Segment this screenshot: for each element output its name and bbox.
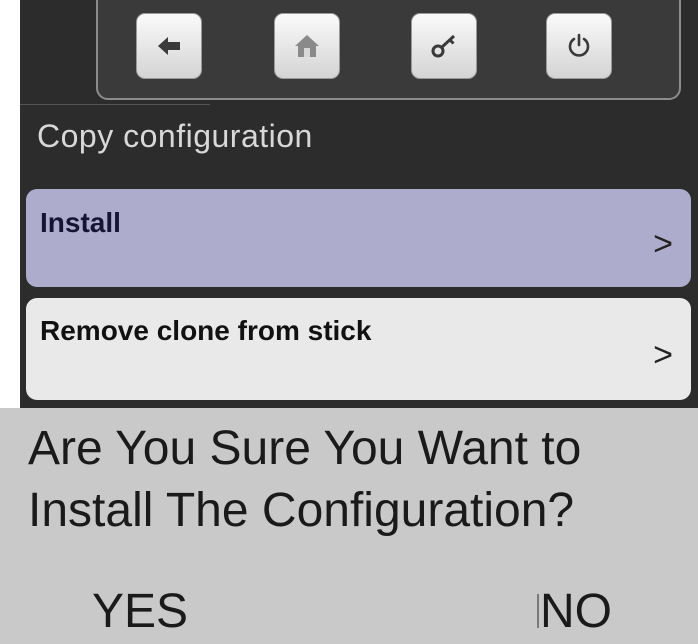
back-button[interactable] [136, 13, 202, 79]
arrow-left-icon [158, 37, 180, 55]
device-screen: Copy configuration Install > Remove clon… [20, 0, 698, 408]
no-button[interactable]: NO [540, 584, 612, 640]
power-icon [568, 33, 590, 57]
menu-item-label: Install [40, 207, 121, 238]
menu-item-install[interactable]: Install > [26, 189, 691, 287]
chevron-right-icon: > [653, 225, 673, 263]
question-line-1: Are You Sure You Want to [28, 422, 582, 475]
key-icon [431, 34, 456, 58]
menu-item-label: Remove clone from stick [40, 315, 372, 346]
menu-item-remove-clone[interactable]: Remove clone from stick > [26, 298, 691, 400]
power-button[interactable] [546, 13, 612, 79]
chevron-right-icon: > [653, 336, 673, 374]
yes-button[interactable]: YES [92, 584, 188, 640]
screen-title: Copy configuration [37, 118, 313, 154]
confirm-question: Are You Sure You Want to Install The Con… [28, 418, 698, 542]
house-icon [295, 35, 319, 57]
home-button[interactable] [274, 13, 340, 79]
question-line-2: Install The Configuration? [28, 484, 575, 537]
nav-bar [96, 0, 681, 100]
title-divider [20, 104, 210, 105]
confirm-dialog: Are You Sure You Want to Install The Con… [0, 408, 698, 644]
divider [537, 594, 539, 628]
key-button[interactable] [411, 13, 477, 79]
